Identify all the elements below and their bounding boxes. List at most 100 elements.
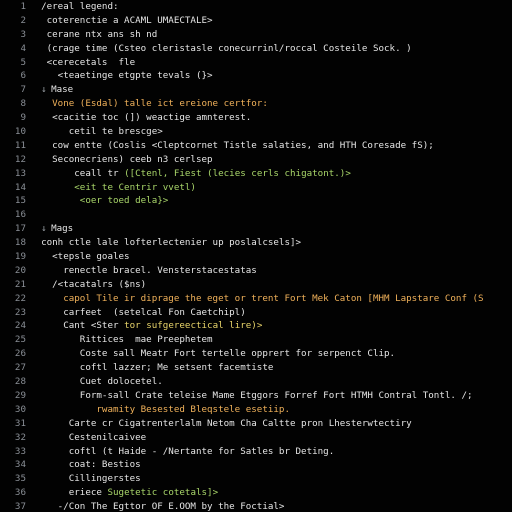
code-line[interactable]: Carte cr Cigatrenterlalm Netom Cha Caltt… xyxy=(30,417,512,431)
code-line[interactable]: <cacitie toc (]) weactige amnterest. xyxy=(30,111,512,125)
code-token: <oer toed dela}> xyxy=(79,195,169,207)
code-line[interactable]: /ereal legend: xyxy=(30,0,512,14)
code-token: <teaetinge etgpte tevals (}> xyxy=(57,70,213,82)
code-token: rwamity Besested Bleqstele esetiip. xyxy=(96,403,290,415)
code-token: Cant <Ster xyxy=(63,320,125,332)
line-number: 8 xyxy=(20,98,26,110)
code-line[interactable]: (crage time (Csteo cleristasle conecurri… xyxy=(30,42,512,56)
code-line[interactable]: Form-sall Crate teleise Mame Etggors For… xyxy=(30,389,512,403)
code-token: Coste sall Meatr Fort tertelle opprert f… xyxy=(79,348,396,360)
line-number: 21 xyxy=(14,278,26,290)
code-line[interactable]: renectle bracel. Vensterstacestatas xyxy=(30,264,512,278)
code-line[interactable]: Rittices mae Preephetem xyxy=(30,333,512,347)
code-token: renectle bracel. Vensterstacestatas xyxy=(63,264,257,276)
line-number: 1 xyxy=(20,1,26,12)
code-line[interactable]: Coste sall Meatr Fort tertelle opprert f… xyxy=(30,347,512,361)
code-editor[interactable]: 1 2 3 4 5 6 7 8 9 10 11 12 13 14 15 16 17 18 19 20 21 22 23 24 2… xyxy=(0,0,512,512)
code-line[interactable]: capol Tile ir diprage the eget or trent … xyxy=(30,292,512,306)
code-line[interactable]: Cant <Ster tor sufgereectical lire)> xyxy=(30,319,512,333)
code-line[interactable]: -/Con The Egttor OF E.OOM by the Foctial… xyxy=(30,500,512,512)
fold-arrow-icon[interactable]: ↓ xyxy=(41,222,51,236)
code-line[interactable]: Seconecriens) ceeb n3 cerlsep xyxy=(30,153,512,167)
line-number: 20 xyxy=(14,264,26,276)
code-line[interactable]: coterenctie a ACAML UMAECTALE> xyxy=(30,14,512,28)
line-number: 17 xyxy=(14,223,26,235)
code-token: Vone (Esdal) talle ict ereione certfor: xyxy=(52,98,268,110)
code-line[interactable]: coftl (t Haide - /Nertante for Satles br… xyxy=(30,445,512,459)
code-line[interactable]: cow entte (Coslis <Cleptcornet Tistle sa… xyxy=(30,139,512,153)
code-line[interactable]: ↓ Mags xyxy=(30,222,512,236)
code-line[interactable]: cetil te brescge> xyxy=(30,125,512,139)
code-line[interactable] xyxy=(30,208,512,222)
line-number: 34 xyxy=(14,459,26,471)
line-number: 37 xyxy=(14,501,26,512)
code-token: eriece xyxy=(68,487,108,499)
code-token: /ereal legend: xyxy=(41,1,119,12)
code-line[interactable]: Cestenilcaivee xyxy=(30,431,512,445)
line-number: 2 xyxy=(20,14,26,26)
line-number: 18 xyxy=(14,237,26,249)
code-token: Cillingerstes xyxy=(68,473,141,485)
code-line[interactable]: <eit te Centrir vvetl) xyxy=(30,181,512,195)
line-number: 10 xyxy=(14,126,26,138)
line-number: 32 xyxy=(14,431,26,443)
code-line[interactable]: coftl lazzer; Me setsent facemtiste xyxy=(30,361,512,375)
line-number: 15 xyxy=(14,195,26,207)
code-token: conh ctle lale lofterlectenier up poslal… xyxy=(41,237,302,249)
code-line[interactable]: <teaetinge etgpte tevals (}> xyxy=(30,69,512,83)
code-area[interactable]: /ereal legend: coterenctie a ACAML UMAEC… xyxy=(30,0,512,512)
code-token: Carte cr Cigatrenterlalm Netom Cha Caltt… xyxy=(68,417,412,429)
code-line[interactable]: Cillingerstes xyxy=(30,472,512,486)
code-token: Cuet dolocetel. xyxy=(79,376,163,388)
code-line[interactable]: eriece Sugetetic cotetals]> xyxy=(30,486,512,500)
line-number: 12 xyxy=(14,153,26,165)
code-line[interactable]: <oer toed dela}> xyxy=(30,194,512,208)
line-number: 19 xyxy=(14,251,26,263)
code-line[interactable]: coat: Bestios xyxy=(30,458,512,472)
code-line[interactable]: Cuet dolocetel. xyxy=(30,375,512,389)
line-number: 16 xyxy=(14,209,26,221)
code-token: ceall tr xyxy=(74,167,125,179)
code-line[interactable]: ceall tr ([Ctenl, Fiest (lecies cerls ch… xyxy=(30,167,512,181)
code-line[interactable]: conh ctle lale lofterlectenier up poslal… xyxy=(30,236,512,250)
code-token: carfeet (setelcal Fon Caetchipl) xyxy=(63,306,246,318)
code-token: <tepsle goales xyxy=(52,251,130,263)
line-number: 31 xyxy=(14,417,26,429)
line-number: 13 xyxy=(14,167,26,179)
code-token: cow entte (Coslis <Cleptcornet Tistle sa… xyxy=(52,139,434,151)
code-token: /<tacatalrs ($ns) xyxy=(52,278,147,290)
code-token: coat: Bestios xyxy=(68,459,141,471)
code-line[interactable]: carfeet (setelcal Fon Caetchipl) xyxy=(30,306,512,320)
code-line[interactable]: rwamity Besested Bleqstele esetiip. xyxy=(30,403,512,417)
code-line[interactable]: Vone (Esdal) talle ict ereione certfor: xyxy=(30,97,512,111)
line-number: 35 xyxy=(14,473,26,485)
line-number: 25 xyxy=(14,334,26,346)
code-token: <cerecetals fle xyxy=(46,56,136,68)
code-line[interactable]: <tepsle goales xyxy=(30,250,512,264)
code-line[interactable]: cerane ntx ans sh nd xyxy=(30,28,512,42)
line-number: 23 xyxy=(14,306,26,318)
line-number: 30 xyxy=(14,403,26,415)
code-token: Mags xyxy=(51,223,74,235)
fold-arrow-icon[interactable]: ↓ xyxy=(41,83,51,97)
code-line[interactable]: /<tacatalrs ($ns) xyxy=(30,278,512,292)
code-line[interactable]: ↓ Mase xyxy=(30,83,512,97)
code-token: capol Tile ir diprage the eget or trent … xyxy=(63,292,484,304)
code-line[interactable]: <cerecetals fle xyxy=(30,56,512,70)
code-token: <eit te Centrir vvetl) xyxy=(74,181,196,193)
